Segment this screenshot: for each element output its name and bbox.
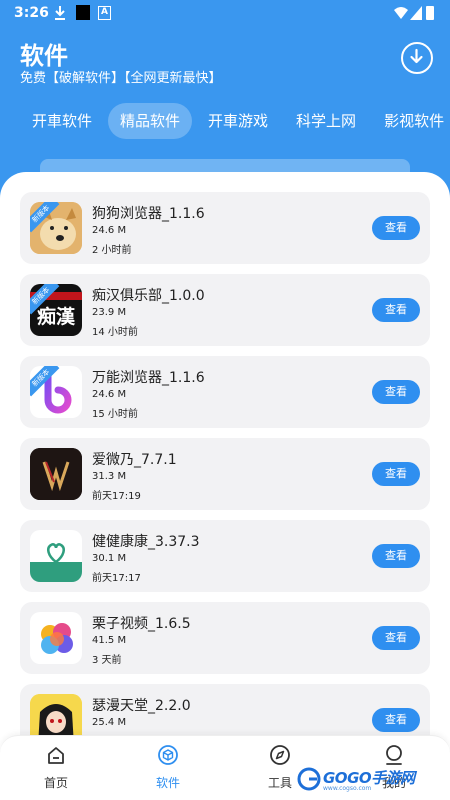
download-button[interactable] bbox=[401, 42, 433, 74]
doge-icon: 新版本 bbox=[30, 202, 82, 254]
app-list: 新版本 狗狗浏览器_1.1.6 24.6 M 2 小时前 查看 痴漢 新版本 痴… bbox=[20, 192, 430, 766]
app-name: 痴汉俱乐部_1.0.0 bbox=[92, 288, 205, 304]
list-item[interactable]: 新版本 狗狗浏览器_1.1.6 24.6 M 2 小时前 查看 bbox=[20, 192, 430, 264]
w-logo-icon bbox=[30, 448, 82, 500]
app-time: 前天17:19 bbox=[92, 491, 141, 502]
app-time: 14 小时前 bbox=[92, 327, 138, 338]
app-size: 24.6 M bbox=[92, 225, 127, 236]
app-time: 15 小时前 bbox=[92, 409, 138, 420]
tab-kaiche-software[interactable]: 开車软件 bbox=[20, 103, 104, 139]
download-icon bbox=[410, 48, 423, 64]
view-button[interactable]: 查看 bbox=[372, 298, 420, 322]
view-button[interactable]: 查看 bbox=[372, 708, 420, 732]
notification-square-icon bbox=[76, 5, 90, 20]
nav-home-label: 首页 bbox=[43, 776, 68, 790]
watermark-url: www.cogso.com bbox=[323, 785, 372, 792]
view-button[interactable]: 查看 bbox=[372, 380, 420, 404]
nav-software[interactable]: 软件 bbox=[128, 744, 208, 796]
app-size: 31.3 M bbox=[92, 471, 127, 482]
app-time: 2 小时前 bbox=[92, 245, 132, 256]
a-notification-icon: A bbox=[98, 6, 111, 20]
list-item[interactable]: 栗子视频_1.6.5 41.5 M 3 天前 查看 bbox=[20, 602, 430, 674]
signal-icon bbox=[410, 6, 422, 20]
list-item[interactable]: 爱微乃_7.7.1 31.3 M 前天17:19 查看 bbox=[20, 438, 430, 510]
tab-kaiche-games[interactable]: 开車游戏 bbox=[196, 103, 280, 139]
home-icon bbox=[48, 747, 64, 764]
app-name: 爱微乃_7.7.1 bbox=[92, 452, 177, 468]
app-time: 3 天前 bbox=[92, 655, 122, 666]
heart-icon bbox=[30, 530, 82, 582]
view-button[interactable]: 查看 bbox=[372, 626, 420, 650]
person-icon bbox=[386, 745, 402, 765]
app-name: 栗子视频_1.6.5 bbox=[92, 616, 191, 632]
cube-icon bbox=[158, 745, 178, 765]
download-status-icon bbox=[55, 6, 65, 20]
wifi-icon bbox=[394, 7, 408, 19]
compass-icon bbox=[270, 745, 290, 765]
list-item[interactable]: 痴漢 新版本 痴汉俱乐部_1.0.0 23.9 M 14 小时前 查看 bbox=[20, 274, 430, 346]
view-button[interactable]: 查看 bbox=[372, 216, 420, 240]
page-subtitle: 免费【破解软件】【全网更新最快】 bbox=[20, 71, 222, 86]
app-size: 30.1 M bbox=[92, 553, 127, 564]
category-tabs: 开車软件 精品软件 开車游戏 科学上网 影视软件 bbox=[20, 103, 450, 139]
app-name: 瑟漫天堂_2.2.0 bbox=[92, 698, 191, 714]
status-time: 3:26 bbox=[14, 5, 49, 21]
app-size: 24.6 M bbox=[92, 389, 127, 400]
app-name: 万能浏览器_1.1.6 bbox=[92, 370, 205, 386]
tab-video-software[interactable]: 影视软件 bbox=[372, 103, 450, 139]
view-button[interactable]: 查看 bbox=[372, 544, 420, 568]
view-button[interactable]: 查看 bbox=[372, 462, 420, 486]
watermark: GOGO手游网 www.cogso.com bbox=[297, 766, 447, 792]
list-item[interactable]: 新版本 万能浏览器_1.1.6 24.6 M 15 小时前 查看 bbox=[20, 356, 430, 428]
app-list-panel: 新版本 狗狗浏览器_1.1.6 24.6 M 2 小时前 查看 痴漢 新版本 痴… bbox=[0, 172, 450, 800]
app-name: 狗狗浏览器_1.1.6 bbox=[92, 206, 205, 222]
app-size: 23.9 M bbox=[92, 307, 127, 318]
colorful-blob-icon bbox=[30, 612, 82, 664]
tab-premium-software[interactable]: 精品软件 bbox=[108, 103, 193, 139]
battery-icon bbox=[426, 6, 434, 20]
watermark-logo-icon bbox=[297, 767, 321, 791]
app-header: 3:26 A 软件 免费【破解软件】【全网更新最快】 开車软件 精品软件 开車游… bbox=[0, 0, 450, 200]
tab-science-internet[interactable]: 科学上网 bbox=[284, 103, 368, 139]
list-item[interactable]: 健健康康_3.37.3 30.1 M 前天17:17 查看 bbox=[20, 520, 430, 592]
nav-home[interactable]: 首页 bbox=[16, 744, 96, 796]
b-logo-icon: 新版本 bbox=[30, 366, 82, 418]
app-size: 25.4 M bbox=[92, 717, 127, 728]
chihan-icon: 痴漢 新版本 bbox=[30, 284, 82, 336]
page-title: 软件 bbox=[20, 42, 68, 70]
app-time: 前天17:17 bbox=[92, 573, 141, 584]
status-bar: 3:26 A bbox=[0, 0, 450, 26]
nav-software-label: 软件 bbox=[155, 776, 180, 790]
app-size: 41.5 M bbox=[92, 635, 127, 646]
app-name: 健健康康_3.37.3 bbox=[92, 534, 200, 550]
